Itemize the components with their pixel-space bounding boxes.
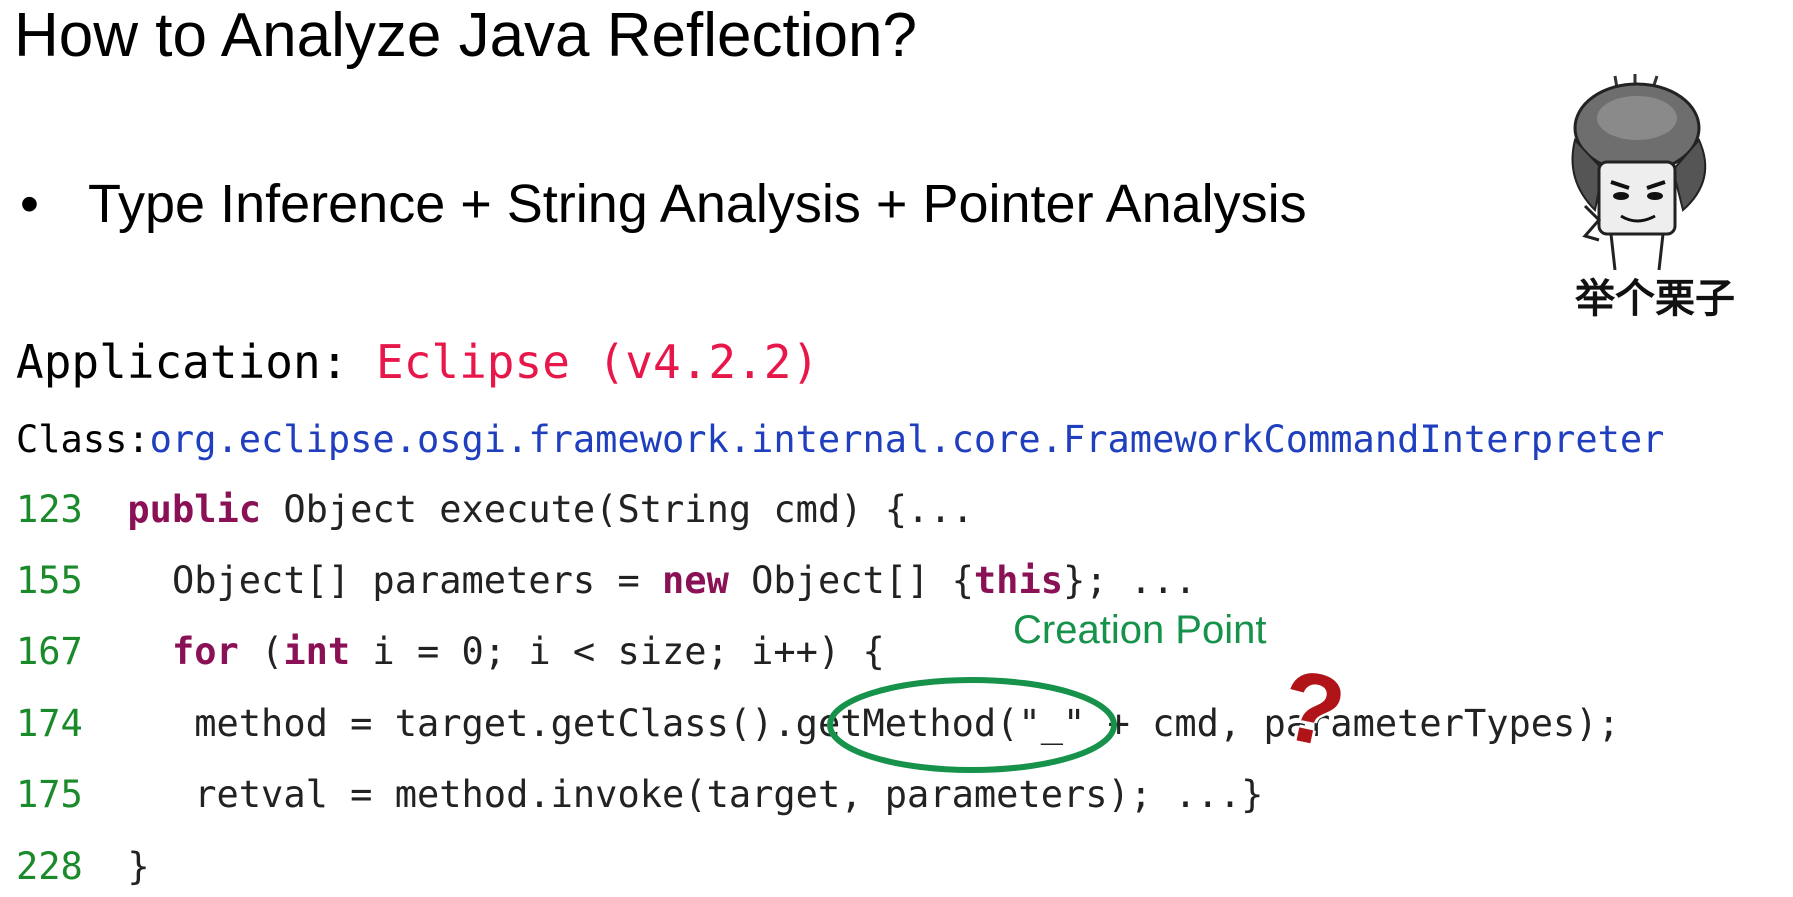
- code-line-228: 228 }: [16, 843, 150, 891]
- bullet-text: Type Inference + String Analysis + Point…: [88, 174, 1307, 234]
- code-text: }: [127, 845, 150, 888]
- line-number: 228: [16, 845, 83, 888]
- code-line-174: 174 method = target.getClass().getMethod…: [16, 700, 1620, 748]
- creation-point-ellipse: [827, 677, 1117, 773]
- class-value: org.eclipse.osgi.framework.internal.core…: [149, 418, 1665, 461]
- creation-point-label: Creation Point: [1013, 608, 1267, 652]
- code-text: Object[] parameters =: [127, 559, 663, 602]
- slide: How to Analyze Java Reflection? • Type In…: [0, 0, 1793, 897]
- bullet-symbol: •: [20, 174, 39, 234]
- class-line: Class:org.eclipse.osgi.framework.interna…: [16, 416, 1664, 464]
- line-number: 175: [16, 773, 83, 816]
- keyword: int: [283, 630, 351, 673]
- keyword: this: [973, 559, 1063, 602]
- code-line-175: 175 retval = method.invoke(target, param…: [16, 771, 1263, 819]
- application-line: Application: Eclipse (v4.2.2): [16, 334, 819, 390]
- code-line-167: 167 for (int i = 0; i < size; i++) {: [16, 628, 885, 676]
- code-text: retval = method.invoke(target, parameter…: [127, 773, 1264, 816]
- question-mark-icon: ?: [1271, 647, 1355, 771]
- application-label: Application:: [16, 335, 377, 389]
- application-value: Eclipse (v4.2.2): [376, 335, 820, 389]
- meme-image: 举个栗子: [1571, 74, 1735, 320]
- code-line-123: 123 public Object execute(String cmd) {.…: [16, 486, 974, 534]
- slide-title: How to Analyze Java Reflection?: [14, 1, 917, 70]
- keyword: new: [662, 559, 729, 602]
- code-line-155: 155 Object[] parameters = new Object[] {…: [16, 557, 1197, 605]
- bullet-item: • Type Inference + String Analysis + Poin…: [20, 172, 1307, 236]
- code-text: Object[] {: [728, 559, 974, 602]
- line-number: 167: [16, 630, 83, 673]
- meme-caption: 举个栗子: [1574, 276, 1735, 320]
- line-number: 174: [16, 702, 83, 745]
- class-label: Class:: [16, 418, 150, 461]
- keyword: for: [171, 630, 239, 673]
- line-number: 155: [16, 559, 83, 602]
- line-number: 123: [16, 488, 83, 531]
- code-text: Object execute(String cmd) {...: [261, 488, 974, 531]
- keyword: public: [127, 488, 262, 531]
- code-text: (: [238, 630, 284, 673]
- code-text: i = 0; i < size; i++) {: [350, 630, 885, 673]
- code-text: }; ...: [1063, 559, 1197, 602]
